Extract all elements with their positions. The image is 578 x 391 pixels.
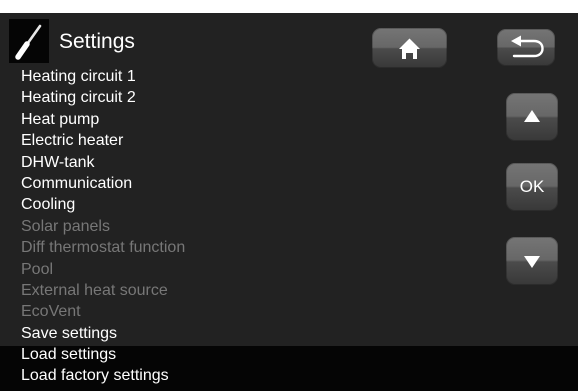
menu-item-heating-circuit-2[interactable]: Heating circuit 2 bbox=[21, 87, 321, 108]
menu-item-solar-panels: Solar panels bbox=[21, 217, 110, 235]
back-arrow-icon bbox=[511, 35, 544, 58]
down-button[interactable] bbox=[506, 237, 558, 285]
triangle-up-icon bbox=[524, 110, 540, 122]
menu-item-heating-circuit-1[interactable]: Heating circuit 1 bbox=[21, 66, 321, 87]
up-button[interactable] bbox=[506, 93, 558, 141]
triangle-down-icon bbox=[524, 256, 540, 268]
menu-item-load-factory-settings[interactable]: Load factory settings bbox=[21, 365, 321, 386]
home-button[interactable] bbox=[372, 28, 447, 68]
home-icon bbox=[399, 38, 420, 59]
menu-item-load-settings[interactable]: Load settings bbox=[21, 344, 321, 365]
menu-item-cooling[interactable]: Cooling bbox=[21, 194, 321, 215]
settings-screen: Settings OK Heating circuit 1 Heating ci… bbox=[0, 0, 578, 391]
menu-item-communication[interactable]: Communication bbox=[21, 173, 321, 194]
menu-item-diff-thermostat-function: Diff thermostat function bbox=[21, 239, 186, 257]
page-title: Settings bbox=[59, 30, 135, 53]
screwdriver-icon bbox=[9, 19, 49, 63]
ok-button[interactable]: OK bbox=[506, 163, 558, 211]
settings-menu: Heating circuit 1 Heating circuit 2 Heat… bbox=[21, 66, 321, 387]
ok-button-label: OK bbox=[519, 177, 545, 196]
menu-item-heat-pump[interactable]: Heat pump bbox=[21, 109, 321, 130]
menu-item-external-heat-source: External heat source bbox=[21, 281, 168, 299]
menu-item-ecovent: EcoVent bbox=[21, 303, 81, 321]
menu-item-electric-heater[interactable]: Electric heater bbox=[21, 130, 321, 151]
menu-item-dhw-tank[interactable]: DHW-tank bbox=[21, 152, 321, 173]
menu-item-save-settings[interactable]: Save settings bbox=[21, 323, 321, 344]
menu-item-pool: Pool bbox=[21, 260, 54, 278]
back-button[interactable] bbox=[497, 29, 555, 66]
